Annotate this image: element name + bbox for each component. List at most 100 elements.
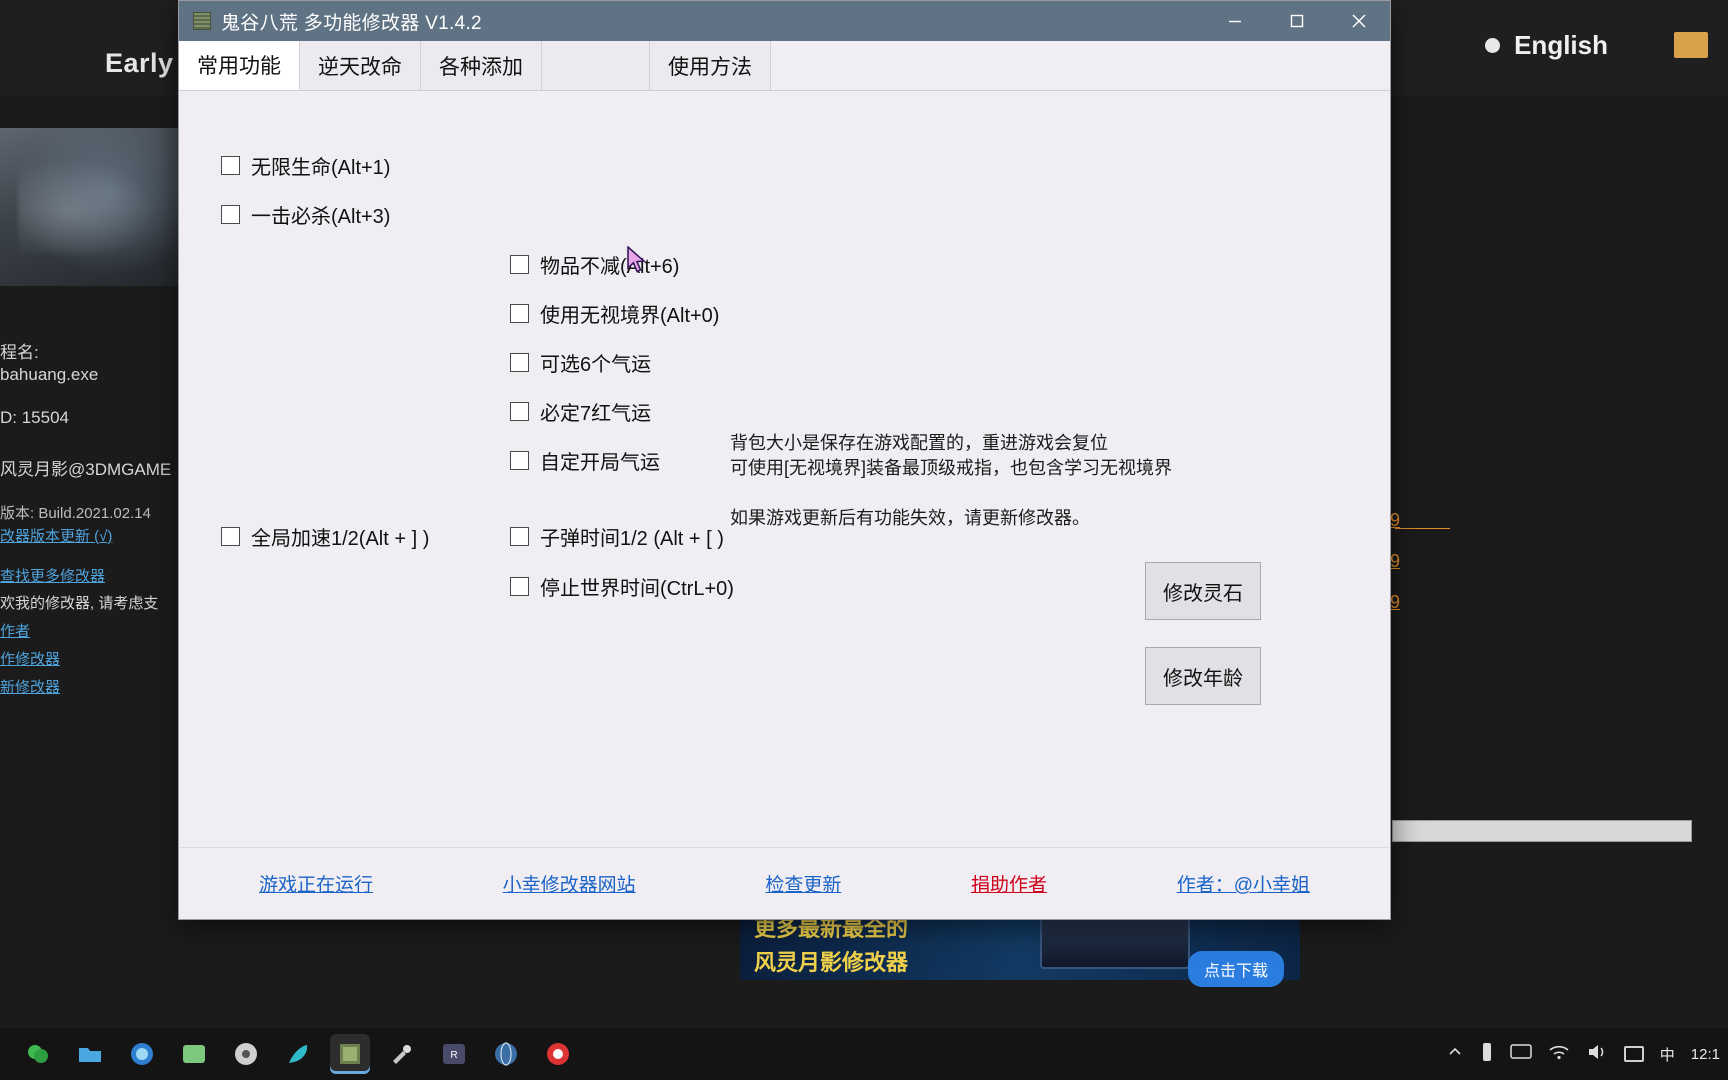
checkbox-box-icon[interactable] xyxy=(510,527,529,546)
tab-common-functions[interactable]: 常用功能 xyxy=(179,41,300,90)
info-line-author: 风灵月影@3DMGAME xyxy=(0,460,172,479)
checkbox-box-icon[interactable] xyxy=(221,527,240,546)
checkbox-box-icon[interactable] xyxy=(221,205,240,224)
checkbox-six-fortunes[interactable]: 可选6个气运 xyxy=(510,348,651,377)
close-icon[interactable] xyxy=(1328,1,1390,41)
orange-value-2: 99 xyxy=(1380,551,1500,572)
tool-icon[interactable] xyxy=(382,1034,422,1074)
edge-icon[interactable] xyxy=(122,1034,162,1074)
checkbox-label: 全局加速1/2(Alt + ] ) xyxy=(251,528,430,550)
footer-link-author[interactable]: 作者：@小幸姐 xyxy=(1177,870,1310,897)
info-line-build: 版本: Build.2021.02.14 xyxy=(0,505,151,522)
tray-keyboard-icon[interactable] xyxy=(1623,1046,1644,1062)
info-line-update[interactable]: 改器版本更新 (√) xyxy=(0,525,112,546)
record-icon[interactable] xyxy=(538,1034,578,1074)
feather-icon[interactable] xyxy=(278,1034,318,1074)
checkbox-seven-red-fortunes[interactable]: 必定7红气运 xyxy=(510,397,651,426)
bg-text-support: 欢我的修改器, 请考虑支 xyxy=(0,595,159,612)
checkbox-box-icon[interactable] xyxy=(510,451,529,470)
checkbox-bullet-time-half[interactable]: 子弹时间1/2 (Alt + [ ) xyxy=(510,522,724,551)
checkbox-box-icon[interactable] xyxy=(510,577,529,596)
checkbox-label: 物品不减(Alt+6) xyxy=(540,256,680,278)
footer-link-website[interactable]: 小幸修改器网站 xyxy=(503,870,636,897)
checkbox-label: 停止世界时间(CtrL+0) xyxy=(540,578,734,600)
checkbox-box-icon[interactable] xyxy=(510,255,529,274)
checkbox-ignore-realm[interactable]: 使用无视境界(Alt+0) xyxy=(510,299,719,328)
windows-taskbar: R 中 12:1 xyxy=(0,1028,1728,1080)
bg-link-find-more[interactable]: 查找更多修改器 xyxy=(0,565,105,586)
promo-device-image xyxy=(1040,913,1190,969)
language-dot-icon xyxy=(1485,38,1501,53)
promo-download-button[interactable]: 点击下载 xyxy=(1187,951,1284,987)
checkbox-box-icon[interactable] xyxy=(510,402,529,421)
window-controls xyxy=(1204,1,1390,41)
horizontal-scrollbar[interactable] xyxy=(1392,820,1692,842)
info-line-pid: D: 15504 xyxy=(0,408,69,427)
checkbox-label: 无限生命(Alt+1) xyxy=(251,157,391,179)
checkbox-box-icon[interactable] xyxy=(510,353,529,372)
game-cover-art xyxy=(0,128,182,286)
note-ignore-realm-ring: 可使用[无视境界]装备最顶级戒指，也包含学习无视境界 xyxy=(730,458,1172,478)
window-title: 鬼谷八荒 多功能修改器 V1.4.2 xyxy=(221,12,482,34)
minimize-icon[interactable] xyxy=(1204,1,1266,41)
window-titlebar[interactable]: 鬼谷八荒 多功能修改器 V1.4.2 xyxy=(179,1,1390,41)
checkbox-custom-start-fortune[interactable]: 自定开局气运 xyxy=(510,446,660,475)
footer-link-check-update[interactable]: 检查更新 xyxy=(765,870,841,897)
orange-value-3: 99 xyxy=(1380,592,1500,613)
tray-volume-icon[interactable] xyxy=(1586,1043,1608,1065)
note-backpack-size: 背包大小是保存在游戏配置的，重进游戏会复位 xyxy=(730,433,1108,453)
checkbox-label: 可选6个气运 xyxy=(540,354,652,376)
footer-link-game-running[interactable]: 游戏正在运行 xyxy=(259,870,373,897)
app-green-icon[interactable] xyxy=(174,1034,214,1074)
checkbox-global-speed-half[interactable]: 全局加速1/2(Alt + ] ) xyxy=(221,522,429,551)
tray-clock[interactable]: 12:1 xyxy=(1691,1046,1720,1063)
bg-link-newest[interactable]: 新修改器 xyxy=(0,676,60,697)
tab-usage[interactable]: 使用方法 xyxy=(650,41,771,90)
tray-chevron-up-icon[interactable] xyxy=(1446,1043,1464,1065)
checkbox-stop-world-time[interactable]: 停止世界时间(CtrL+0) xyxy=(510,572,734,601)
chat-icon[interactable] xyxy=(18,1034,58,1074)
tab-various-additions[interactable]: 各种添加 xyxy=(421,41,542,90)
info-line-process: 程名: xyxy=(0,343,39,362)
tray-wifi-icon[interactable] xyxy=(1548,1043,1570,1065)
checkbox-label: 自定开局气运 xyxy=(540,452,660,474)
bg-link-author[interactable]: 作者 xyxy=(0,620,30,641)
language-selector[interactable]: English xyxy=(1485,30,1608,61)
footer-link-bar: 游戏正在运行 小幸修改器网站 检查更新 捐助作者 作者：@小幸姐 xyxy=(179,847,1390,919)
info-line-exe: bahuang.exe xyxy=(0,365,99,384)
checkbox-infinite-health[interactable]: 无限生命(Alt+1) xyxy=(221,151,390,180)
checkbox-label: 必定7红气运 xyxy=(540,403,652,425)
language-label: English xyxy=(1514,30,1608,60)
game-icon[interactable]: R xyxy=(434,1034,474,1074)
edit-spirit-stone-button[interactable]: 修改灵石 xyxy=(1145,562,1261,620)
edit-age-button[interactable]: 修改年龄 xyxy=(1145,647,1261,705)
trainer-icon[interactable] xyxy=(330,1034,370,1074)
tray-ime-label[interactable]: 中 xyxy=(1660,1044,1675,1065)
checkbox-one-hit-kill[interactable]: 一击必杀(Alt+3) xyxy=(221,200,390,229)
tray-battery-icon[interactable] xyxy=(1480,1041,1494,1067)
checkbox-box-icon[interactable] xyxy=(221,156,240,175)
globe-icon[interactable] xyxy=(486,1034,526,1074)
checkbox-label: 使用无视境界(Alt+0) xyxy=(540,305,720,327)
note-update-trainer: 如果游戏更新后有功能失效，请更新修改器。 xyxy=(730,508,1090,528)
app-grid-icon xyxy=(193,12,211,30)
disc-icon[interactable] xyxy=(226,1034,266,1074)
bg-link-make[interactable]: 作修改器 xyxy=(0,648,60,669)
footer-link-donate[interactable]: 捐助作者 xyxy=(971,870,1047,897)
explorer-icon[interactable] xyxy=(70,1034,110,1074)
tray-display-icon[interactable] xyxy=(1510,1043,1532,1065)
checkbox-label: 子弹时间1/2 (Alt + [ ) xyxy=(540,528,724,550)
trainer-info-panel: 程名: bahuang.exe D: 15504 风灵月影@3DMGAME 版本… xyxy=(0,300,182,930)
tab-empty[interactable] xyxy=(542,41,650,90)
checkbox-box-icon[interactable] xyxy=(510,304,529,323)
orange-value-1: 99 xyxy=(1380,510,1500,531)
orange-values-column: 99 99 99 xyxy=(1380,510,1500,633)
taskbar-icon-group: R xyxy=(18,1034,578,1074)
svg-text:R: R xyxy=(450,1050,457,1061)
checkbox-items-not-consumed[interactable]: 物品不减(Alt+6) xyxy=(510,250,679,279)
promo-line-2: 风灵月影修改器 xyxy=(754,950,909,975)
menu-icon[interactable] xyxy=(1674,32,1708,58)
system-tray: 中 12:1 xyxy=(1446,1028,1720,1080)
tab-defy-fate[interactable]: 逆天改命 xyxy=(300,41,421,90)
maximize-icon[interactable] xyxy=(1266,1,1328,41)
